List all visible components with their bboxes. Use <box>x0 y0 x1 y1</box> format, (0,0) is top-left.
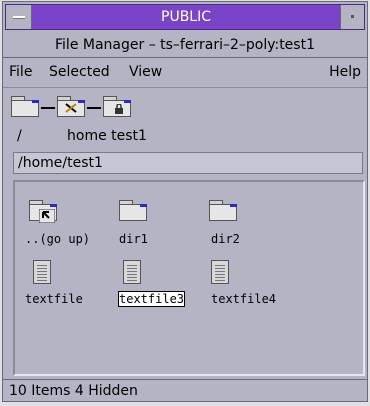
text-file-icon <box>211 260 229 284</box>
breadcrumb-icons <box>3 90 367 126</box>
menu-bar: File Selected View Help <box>3 58 367 88</box>
workspace-title: PUBLIC <box>161 9 211 25</box>
menu-view[interactable]: View <box>129 64 162 80</box>
lock-icon <box>115 104 123 114</box>
home-folder-icon[interactable] <box>57 96 85 117</box>
menu-selected[interactable]: Selected <box>49 64 110 80</box>
menu-file[interactable]: File <box>9 64 32 80</box>
folder-icon <box>209 200 237 221</box>
breadcrumb-root[interactable]: / <box>17 128 22 144</box>
up-arrow-icon <box>39 209 55 223</box>
breadcrumb-labels: / home test1 <box>3 126 367 148</box>
minimize-button[interactable] <box>340 5 364 29</box>
window-menu-button[interactable] <box>6 5 32 29</box>
root-folder-icon[interactable] <box>11 96 39 117</box>
folder-icon <box>119 200 147 221</box>
file-label: dir2 <box>211 232 240 246</box>
menu-help[interactable]: Help <box>329 64 361 80</box>
path-input[interactable]: /home/test1 <box>13 152 363 174</box>
title-bar[interactable]: PUBLIC <box>5 4 365 30</box>
test1-folder-icon[interactable] <box>103 96 131 117</box>
window-subtitle: File Manager – ts–ferrari–2–poly:test1 <box>3 32 367 58</box>
window-menu-icon <box>13 16 25 18</box>
breadcrumb-connector <box>41 107 55 109</box>
file-label: dir1 <box>119 232 148 246</box>
breadcrumb-connector <box>87 107 101 109</box>
file-list-pane[interactable]: ..(go up) dir1 dir2 textfile textfile3 t… <box>13 180 365 376</box>
minimize-icon <box>351 15 354 18</box>
status-bar: 10 Items 4 Hidden <box>3 379 367 401</box>
restricted-icon <box>65 103 77 113</box>
file-label-selected: textfile3 <box>117 291 186 307</box>
file-label: ..(go up) <box>25 232 91 246</box>
file-label: textfile4 <box>211 292 277 306</box>
file-manager-window: PUBLIC File Manager – ts–ferrari–2–poly:… <box>2 1 368 402</box>
file-label: textfile <box>25 292 83 306</box>
go-up-folder-icon <box>29 200 57 223</box>
text-file-icon <box>123 260 141 284</box>
breadcrumb-path[interactable]: home test1 <box>67 128 147 144</box>
text-file-icon <box>33 260 51 284</box>
